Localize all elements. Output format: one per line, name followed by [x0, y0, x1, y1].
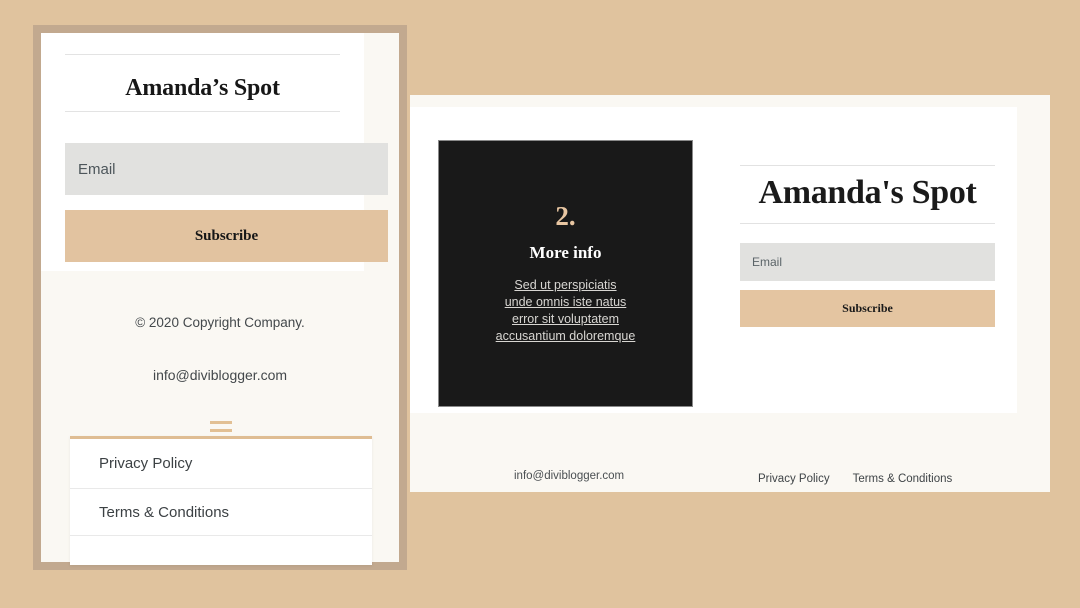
desktop-site-title: Amanda's Spot: [758, 174, 977, 211]
desktop-subscribe-button[interactable]: Subscribe: [740, 289, 995, 327]
desktop-signup-block: Amanda's Spot Email Subscribe: [740, 165, 995, 327]
mobile-title-divider-bottom: [65, 111, 340, 112]
mobile-preview-frame: Amanda’s Spot Email Subscribe © 2020 Cop…: [33, 25, 407, 570]
desktop-email-input[interactable]: Email: [740, 242, 995, 281]
desktop-footer-bar: info@diviblogger.com Privacy Policy Term…: [410, 413, 1050, 492]
panel-number: 2.: [555, 201, 576, 231]
mobile-email-input[interactable]: Email: [65, 143, 388, 195]
mobile-title-divider-top: [65, 54, 340, 55]
more-info-panel: 2. More info Sed ut perspiciatis unde om…: [438, 140, 693, 407]
menu-item-privacy-policy[interactable]: Privacy Policy: [70, 439, 372, 489]
footer-link-terms-conditions[interactable]: Terms & Conditions: [853, 473, 953, 485]
panel-link[interactable]: error sit voluptatem: [512, 311, 619, 327]
mobile-contact-email[interactable]: info@diviblogger.com: [41, 367, 399, 383]
title-divider-bottom: [740, 222, 995, 224]
footer-link-privacy-policy[interactable]: Privacy Policy: [758, 473, 830, 485]
mobile-site-title: Amanda’s Spot: [125, 75, 280, 101]
panel-link[interactable]: Sed ut perspiciatis: [514, 277, 616, 293]
page-canvas: 2. More info Sed ut perspiciatis unde om…: [0, 0, 1080, 608]
hamburger-bar: [210, 421, 232, 424]
desktop-content-area: 2. More info Sed ut perspiciatis unde om…: [410, 107, 1017, 413]
menu-item-terms-conditions[interactable]: Terms & Conditions: [70, 489, 372, 536]
desktop-preview: 2. More info Sed ut perspiciatis unde om…: [410, 95, 1050, 492]
panel-heading: More info: [529, 243, 602, 262]
panel-link[interactable]: unde omnis iste natus: [505, 294, 627, 310]
desktop-footer-email[interactable]: info@diviblogger.com: [514, 470, 624, 482]
mobile-copyright-text: © 2020 Copyright Company.: [135, 315, 305, 330]
panel-link[interactable]: accusantium doloremque: [496, 328, 636, 344]
mobile-subscribe-button[interactable]: Subscribe: [65, 210, 388, 262]
mobile-menu-dropdown: Privacy Policy Terms & Conditions: [70, 436, 372, 565]
panel-link-list: Sed ut perspiciatis unde omnis iste natu…: [496, 277, 636, 344]
desktop-footer-links: Privacy Policy Terms & Conditions: [758, 473, 952, 485]
hamburger-bar: [210, 428, 232, 432]
